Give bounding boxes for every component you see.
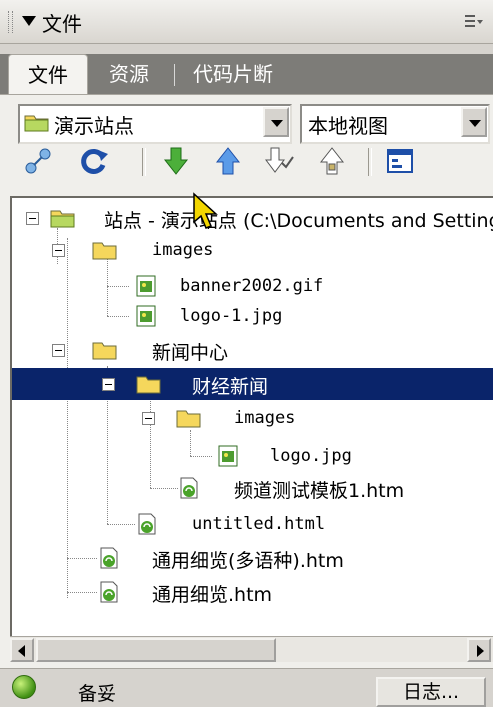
tree-row-file[interactable]: 通用细览.htm [12,578,493,606]
tab-files[interactable]: 文件 [8,54,88,95]
tree-row-file[interactable]: logo-1.jpg [12,302,493,330]
tree-row-folder[interactable]: 新闻中心 [12,336,493,364]
html-file-icon [100,547,118,569]
site-select-arrow-icon[interactable] [263,107,289,137]
panel-title: 文件 [42,12,82,36]
image-file-icon [136,305,156,327]
tab-snippets[interactable]: 代码片断 [178,54,288,94]
site-file-tree[interactable]: 站点 - 演示站点 (C:\Documents and Settings ima… [10,196,493,636]
tree-row-file[interactable]: banner2002.gif [12,272,493,300]
tree-row-file[interactable]: logo.jpg [12,442,493,470]
put-file-icon[interactable] [212,145,244,177]
toolbar-separator [142,148,146,176]
scroll-left-arrow-icon[interactable] [10,638,34,662]
collapse-triangle-icon[interactable] [22,16,36,26]
log-button[interactable]: 日志... [376,677,486,707]
tree-row-file[interactable]: 通用细览(多语种).htm [12,544,493,572]
connect-icon[interactable] [22,145,54,177]
status-bar: 备妥 日志... [0,668,493,707]
tab-divider [174,64,175,86]
check-in-icon[interactable] [316,145,348,177]
panel-options-icon[interactable] [463,13,483,31]
html-file-icon [180,477,198,499]
get-file-icon[interactable] [160,145,192,177]
toolbar-separator [368,148,372,176]
tree-item-label: 新闻中心 [152,342,229,364]
tree-row-folder-selected[interactable]: 财经新闻 [12,368,493,400]
tree-row-file[interactable]: 频道测试模板1.htm [12,474,493,502]
site-folder-icon [50,210,75,228]
tree-item-label: 站点 - 演示站点 (C:\Documents and Settings [104,210,493,232]
tree-item-label: untitled.html [192,514,326,534]
status-light-icon [12,675,36,699]
collapse-toggle-icon[interactable] [142,412,155,425]
horizontal-scrollbar[interactable] [10,636,493,662]
tree-item-label: 财经新闻 [192,376,269,398]
view-select-value: 本地视图 [308,114,388,138]
panel-header[interactable]: 文件 [0,0,493,44]
view-select-arrow-icon[interactable] [461,107,487,137]
tree-item-label: 频道测试模板1.htm [234,480,405,502]
image-file-icon [136,275,156,297]
collapse-toggle-icon[interactable] [52,244,65,257]
view-select[interactable]: 本地视图 [300,104,490,144]
panel-grip-icon[interactable] [8,11,13,33]
scroll-thumb[interactable] [36,638,276,662]
mouse-cursor-icon [193,192,218,229]
scroll-right-arrow-icon[interactable] [467,638,491,662]
site-folder-icon [24,115,49,132]
tree-row-file[interactable]: untitled.html [12,510,493,538]
folder-icon [92,242,117,260]
collapse-toggle-icon[interactable] [52,344,65,357]
tree-row-folder[interactable]: images [12,236,493,264]
html-file-icon [138,513,156,535]
site-select-value: 演示站点 [54,114,134,138]
folder-icon [176,410,201,428]
check-out-icon[interactable] [262,145,294,177]
site-select[interactable]: 演示站点 [18,104,292,144]
tree-row-site-root[interactable]: 站点 - 演示站点 (C:\Documents and Settings [12,204,493,232]
folder-icon [136,376,161,394]
image-file-icon [218,445,238,467]
expand-panel-icon[interactable] [384,145,416,177]
collapse-toggle-icon[interactable] [102,378,115,391]
tree-item-label: logo-1.jpg [180,306,283,326]
tree-item-label: logo.jpg [270,446,352,466]
html-file-icon [100,581,118,603]
tree-row-folder[interactable]: images [12,404,493,432]
tree-item-label: banner2002.gif [180,276,324,296]
refresh-icon[interactable] [78,145,110,177]
tree-item-label: images [152,240,214,260]
tree-item-label: 通用细览(多语种).htm [152,550,344,572]
tab-bar: 文件 资源 代码片断 [0,54,493,95]
tree-item-label: 通用细览.htm [152,584,273,606]
folder-icon [92,342,117,360]
tree-item-label: images [234,408,296,428]
collapse-toggle-icon[interactable] [26,212,39,225]
tab-assets[interactable]: 资源 [88,54,170,94]
